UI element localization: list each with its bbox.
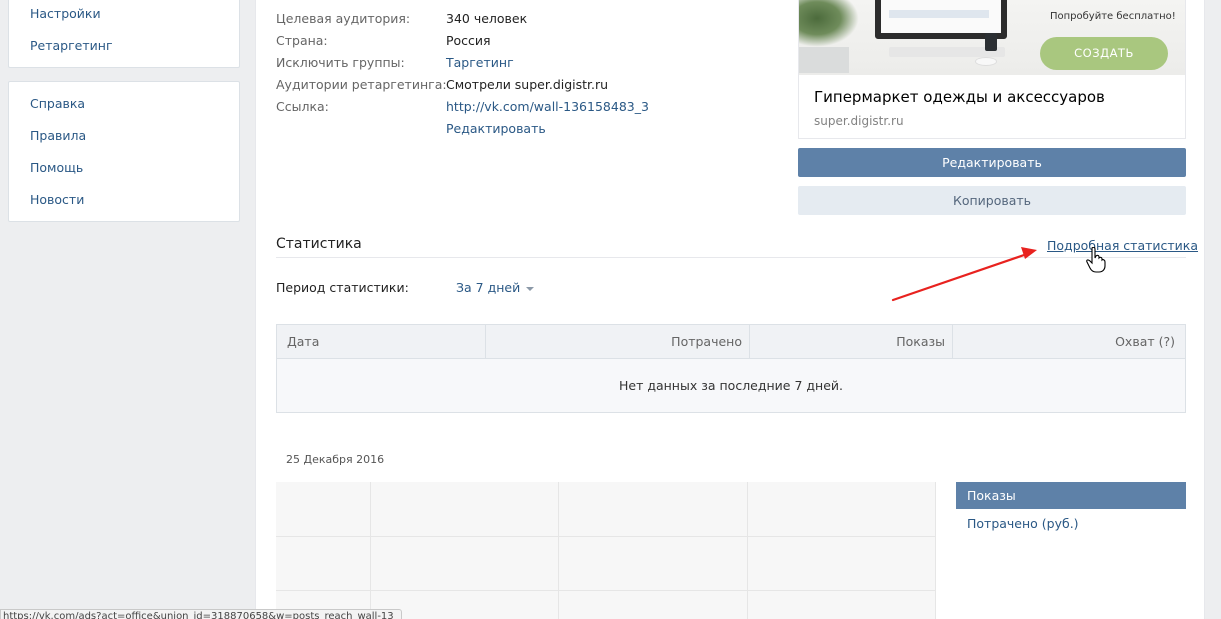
country-label: Страна: [276, 33, 328, 48]
chevron-down-icon [526, 286, 535, 291]
country-value: Россия [446, 33, 491, 48]
target-audience-value: 340 человек [446, 11, 528, 26]
graph-gridline [747, 482, 748, 619]
sidebar-settings-menu: Настройки Ретаргетинг [8, 0, 240, 68]
column-divider [749, 325, 750, 359]
sidebar-item-help[interactable]: Справка [30, 96, 85, 111]
exclude-groups-label: Исключить группы: [276, 55, 405, 70]
period-value: За 7 дней [456, 280, 521, 295]
sidebar-item-support[interactable]: Помощь [30, 160, 83, 175]
graph-gridline [370, 482, 371, 619]
browser-status-url: https://vk.com/ads?act=office&union_id=3… [0, 609, 402, 619]
column-spent[interactable]: Потрачено [671, 325, 742, 359]
laptop-screen-bar [889, 10, 989, 18]
edit-params-link[interactable]: Редактировать [446, 121, 546, 136]
graph-gridline [276, 536, 936, 537]
main-panel: Целевая аудитория: 340 человек Страна: Р… [255, 0, 1205, 619]
statistics-table: Дата Потрачено Показы Охват (?) Нет данн… [276, 324, 1186, 413]
ad-tagline: Попробуйте бесплатно! [1050, 11, 1176, 22]
column-impressions[interactable]: Показы [896, 325, 945, 359]
detailed-statistics-link[interactable]: Подробная статистика [1047, 238, 1198, 253]
copy-ad-button[interactable]: Копировать [798, 186, 1186, 215]
target-audience-label: Целевая аудитория: [276, 11, 411, 26]
column-divider [485, 325, 486, 359]
sidebar-item-retargeting[interactable]: Ретаргетинг [30, 38, 113, 53]
books-decoration [799, 47, 849, 73]
period-dropdown[interactable]: За 7 дней [456, 280, 535, 295]
legend-impressions[interactable]: Показы [956, 482, 1186, 509]
period-label: Период статистики: [276, 280, 409, 295]
graph-gridline [558, 482, 559, 619]
statistics-divider [276, 257, 1186, 258]
column-reach[interactable]: Охват (?) [1115, 325, 1175, 359]
ad-image: Попробуйте бесплатно! СОЗДАТЬ [799, 0, 1185, 75]
ad-link[interactable]: http://vk.com/wall-136158483_3 [446, 99, 649, 114]
graph-gridline [276, 590, 936, 591]
sidebar-help-menu: Справка Правила Помощь Новости [8, 81, 240, 222]
exclude-groups-link[interactable]: Таргетинг [446, 55, 514, 70]
mouse-illustration [975, 57, 997, 66]
graph-gridline [935, 482, 936, 619]
legend-spent[interactable]: Потрачено (руб.) [967, 516, 1079, 531]
statistics-heading: Статистика [276, 236, 362, 252]
column-date[interactable]: Дата [287, 325, 319, 359]
sidebar-item-settings[interactable]: Настройки [30, 6, 101, 21]
link-label: Ссылка: [276, 99, 329, 114]
edit-ad-button[interactable]: Редактировать [798, 148, 1186, 177]
statistics-graph [276, 482, 936, 619]
ad-domain: super.digistr.ru [814, 114, 904, 128]
retargeting-audiences-label: Аудитории ретаргетинга: [276, 77, 447, 92]
ad-create-button: СОЗДАТЬ [1040, 37, 1168, 70]
sidebar-item-news[interactable]: Новости [30, 192, 84, 207]
ad-preview-card[interactable]: Попробуйте бесплатно! СОЗДАТЬ Гипермарке… [798, 0, 1186, 139]
ad-title: Гипермаркет одежды и аксессуаров [814, 88, 1105, 106]
retargeting-audiences-value: Смотрели super.digistr.ru [446, 77, 609, 92]
empty-state-message: Нет данных за последние 7 дней. [618, 378, 844, 393]
plant-decoration [799, 0, 859, 47]
statistics-table-header: Дата Потрачено Показы Охват (?) [277, 325, 1185, 359]
hand-cursor-icon [1086, 247, 1106, 273]
sidebar-item-rules[interactable]: Правила [30, 128, 86, 143]
column-divider [952, 325, 953, 359]
graph-date-label: 25 Декабря 2016 [286, 453, 385, 466]
cup-illustration [985, 33, 997, 51]
